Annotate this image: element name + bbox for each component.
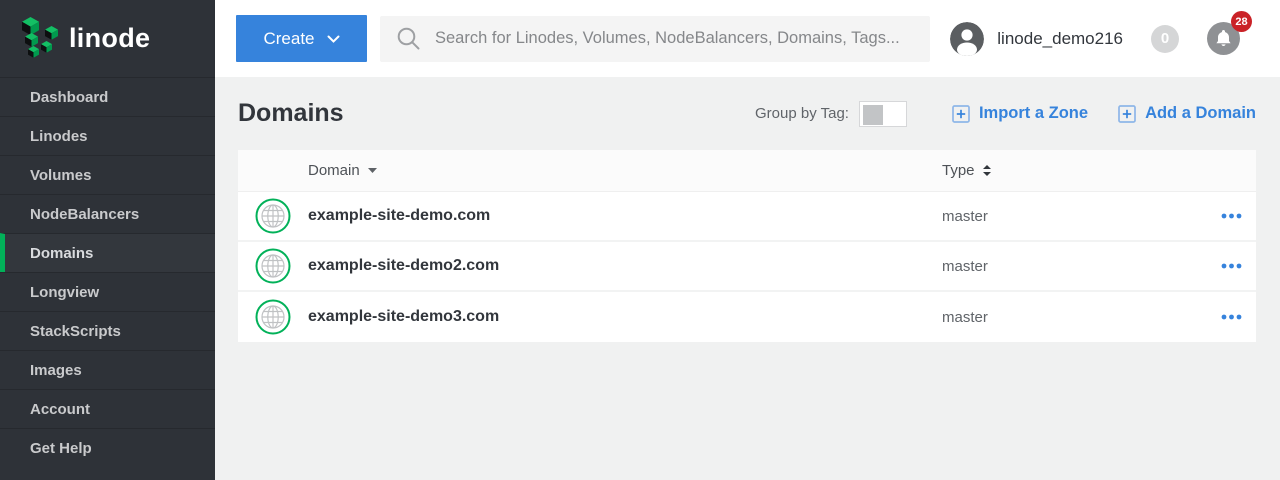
sidebar-item[interactable]: Images bbox=[0, 350, 215, 389]
page-title: Domains bbox=[238, 99, 344, 128]
create-button-label: Create bbox=[263, 29, 314, 49]
app-window: linode Dashboard Linodes Volumes NodeBal… bbox=[0, 0, 1280, 480]
sidebar-item-label: Get Help bbox=[30, 440, 92, 457]
toggle-knob bbox=[863, 105, 883, 125]
sidebar-item-label: Domains bbox=[30, 245, 93, 262]
avatar[interactable] bbox=[950, 22, 984, 56]
column-header-type-label: Type bbox=[942, 162, 975, 179]
brand-name: linode bbox=[69, 23, 150, 54]
search-input[interactable] bbox=[433, 28, 903, 49]
sidebar-item[interactable]: Domains bbox=[0, 233, 215, 272]
topbar: Create bbox=[215, 0, 1280, 77]
username[interactable]: linode_demo216 bbox=[997, 29, 1123, 49]
domain-type: master bbox=[942, 258, 1196, 275]
plus-square-icon bbox=[1118, 105, 1136, 123]
sidebar-item[interactable]: StackScripts bbox=[0, 311, 215, 350]
group-by-tag-label: Group by Tag: bbox=[755, 105, 849, 122]
domain-globe-icon bbox=[238, 198, 308, 234]
sidebar-item-label: Linodes bbox=[30, 128, 88, 145]
status-count-badge[interactable]: 0 bbox=[1151, 25, 1179, 53]
sidebar-item-label: Longview bbox=[30, 284, 99, 301]
ellipsis-menu-icon bbox=[1221, 213, 1242, 219]
row-actions-menu-button[interactable] bbox=[1221, 314, 1256, 320]
user-cluster: linode_demo216 0 28 bbox=[950, 22, 1240, 56]
sort-desc-icon bbox=[368, 168, 377, 173]
search-icon bbox=[397, 27, 420, 50]
sidebar: linode Dashboard Linodes Volumes NodeBal… bbox=[0, 0, 215, 480]
create-button[interactable]: Create bbox=[236, 15, 367, 62]
linode-cubes-icon bbox=[20, 16, 60, 62]
column-header-domain-label: Domain bbox=[308, 162, 360, 179]
row-actions-menu-button[interactable] bbox=[1221, 213, 1256, 219]
table-row: example-site-demo.com master bbox=[238, 192, 1256, 242]
sidebar-item-label: NodeBalancers bbox=[30, 206, 139, 223]
sidebar-nav: Dashboard Linodes Volumes NodeBalancers … bbox=[0, 77, 215, 467]
sidebar-item[interactable]: Volumes bbox=[0, 155, 215, 194]
table-row: example-site-demo2.com master bbox=[238, 242, 1256, 292]
column-header-type[interactable]: Type bbox=[942, 162, 1196, 179]
import-zone-link[interactable]: Import a Zone bbox=[952, 104, 1088, 123]
sidebar-item-label: StackScripts bbox=[30, 323, 121, 340]
sidebar-item-label: Images bbox=[30, 362, 82, 379]
notification-count-badge: 28 bbox=[1231, 11, 1252, 32]
logo[interactable]: linode bbox=[0, 0, 215, 77]
domain-type: master bbox=[942, 309, 1196, 326]
page-controls: Group by Tag: Import a Zone bbox=[755, 101, 1256, 127]
search-bar[interactable] bbox=[380, 16, 930, 62]
sidebar-item[interactable]: Get Help bbox=[0, 428, 215, 467]
table-body: example-site-demo.com master bbox=[238, 192, 1256, 342]
add-domain-label: Add a Domain bbox=[1145, 104, 1256, 123]
sidebar-item[interactable]: NodeBalancers bbox=[0, 194, 215, 233]
domain-type: master bbox=[942, 208, 1196, 225]
domains-table: Domain Type bbox=[238, 150, 1256, 342]
ellipsis-menu-icon bbox=[1221, 314, 1242, 320]
page-header: Domains Group by Tag: Import a Zone bbox=[238, 77, 1256, 150]
plus-square-icon bbox=[952, 105, 970, 123]
sidebar-item[interactable]: Longview bbox=[0, 272, 215, 311]
sidebar-item[interactable]: Account bbox=[0, 389, 215, 428]
sidebar-item[interactable]: Linodes bbox=[0, 116, 215, 155]
ellipsis-menu-icon bbox=[1221, 263, 1242, 269]
sidebar-item-label: Volumes bbox=[30, 167, 91, 184]
row-actions-menu-button[interactable] bbox=[1221, 263, 1256, 269]
import-zone-label: Import a Zone bbox=[979, 104, 1088, 123]
chevron-down-icon bbox=[327, 35, 340, 43]
domain-name-link[interactable]: example-site-demo3.com bbox=[308, 308, 942, 326]
domain-name-link[interactable]: example-site-demo.com bbox=[308, 207, 942, 225]
domain-globe-icon bbox=[238, 248, 308, 284]
sort-both-icon bbox=[983, 165, 991, 176]
main-content: Domains Group by Tag: Import a Zone bbox=[215, 77, 1280, 480]
domain-name-link[interactable]: example-site-demo2.com bbox=[308, 257, 942, 275]
add-domain-link[interactable]: Add a Domain bbox=[1118, 104, 1256, 123]
table-header: Domain Type bbox=[238, 150, 1256, 192]
sidebar-item[interactable]: Dashboard bbox=[0, 77, 215, 116]
table-row: example-site-demo3.com master bbox=[238, 292, 1256, 342]
sidebar-item-label: Account bbox=[30, 401, 90, 418]
notifications-button[interactable]: 28 bbox=[1207, 22, 1240, 55]
column-header-domain[interactable]: Domain bbox=[308, 162, 942, 179]
group-by-tag-toggle[interactable] bbox=[859, 101, 907, 127]
sidebar-item-label: Dashboard bbox=[30, 89, 108, 106]
domain-globe-icon bbox=[238, 299, 308, 335]
